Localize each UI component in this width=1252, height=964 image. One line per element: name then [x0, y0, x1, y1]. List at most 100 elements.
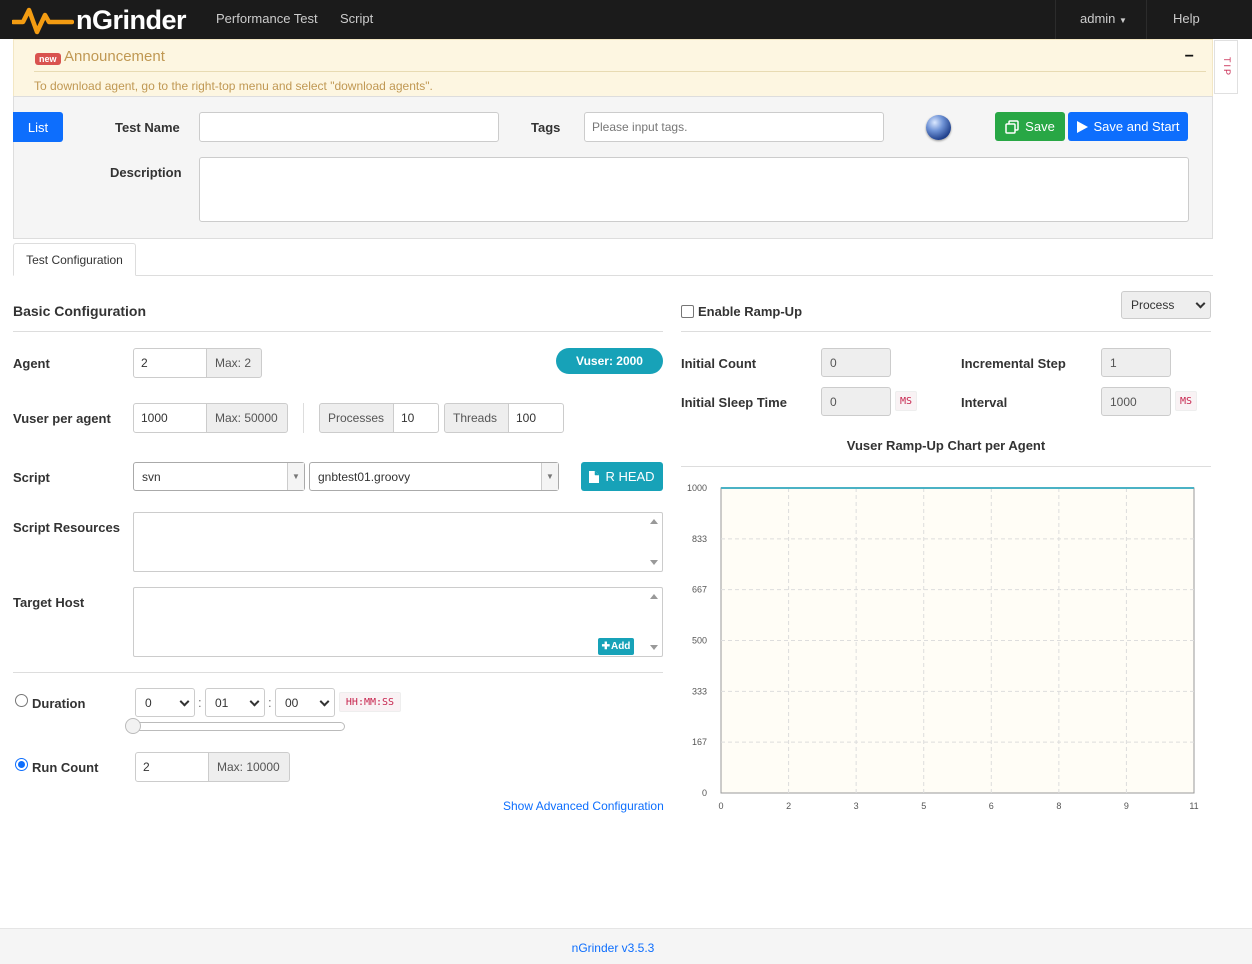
agent-label: Agent — [13, 356, 50, 371]
y-tick-label: 167 — [692, 737, 707, 747]
file-icon — [589, 470, 600, 483]
r-head-button[interactable]: R HEAD — [581, 462, 663, 491]
x-tick-label: 5 — [921, 801, 926, 811]
duration-hours-select[interactable]: 0 — [135, 688, 195, 717]
interval-label: Interval — [961, 395, 1008, 410]
r-head-label: R HEAD — [605, 469, 655, 484]
vuser-total-badge: Vuser: 2000 — [556, 348, 663, 374]
save-label: Save — [1025, 119, 1055, 134]
new-badge: new — [35, 53, 61, 65]
list-button[interactable]: List — [13, 112, 63, 142]
y-tick-label: 333 — [692, 686, 707, 696]
x-tick-label: 0 — [718, 801, 723, 811]
initial-count-label: Initial Count — [681, 356, 757, 371]
y-tick-label: 0 — [702, 788, 707, 798]
duration-label: Duration — [32, 696, 86, 711]
enable-rampup-label: Enable Ramp-Up — [698, 304, 803, 319]
x-tick-label: 9 — [1124, 801, 1129, 811]
add-label: Add — [610, 641, 631, 652]
test-name-label: Test Name — [115, 120, 180, 135]
save-button[interactable]: Save — [995, 112, 1065, 141]
threads-input[interactable]: 100 — [508, 403, 564, 433]
script-file-select[interactable]: gnbtest01.groovy ▼ — [309, 462, 559, 491]
collapse-toggle[interactable]: − — [1185, 48, 1194, 66]
script-resources-label: Script Resources — [13, 520, 120, 535]
script-repo-select[interactable]: svn ▼ — [133, 462, 305, 491]
nav-script[interactable]: Script — [340, 11, 373, 26]
ms-unit-hint: MS — [1175, 391, 1197, 411]
top-navbar: nGrinder Performance Test Script admin ▼… — [0, 0, 1252, 39]
initial-sleep-time-input[interactable]: 0 — [821, 387, 891, 416]
processes-addon: Processes — [319, 403, 394, 433]
scrollbar[interactable] — [646, 513, 662, 571]
test-name-input[interactable] — [199, 112, 499, 142]
description-textarea[interactable] — [199, 157, 1189, 222]
version-link[interactable]: nGrinder v3.5.3 — [0, 941, 1226, 955]
tags-input[interactable]: Please input tags. — [584, 112, 884, 142]
target-host-box[interactable] — [133, 587, 663, 657]
announcement-text: To download agent, go to the right-top m… — [34, 79, 433, 93]
footer: nGrinder v3.5.3 — [0, 928, 1252, 964]
announcement-title: Announcement — [64, 48, 165, 65]
show-advanced-configuration-link[interactable]: Show Advanced Configuration — [503, 799, 664, 813]
seconds-value: 00 — [285, 695, 299, 710]
interval-input[interactable]: 1000 — [1101, 387, 1171, 416]
section-divider — [13, 672, 663, 673]
save-and-start-label: Save and Start — [1093, 119, 1180, 134]
enable-rampup-checkbox[interactable] — [681, 305, 694, 318]
nav-divider — [1055, 0, 1056, 39]
rampup-type-value: Process — [1131, 298, 1175, 312]
agent-max-addon: Max: 2 — [206, 348, 262, 378]
processes-input[interactable]: 10 — [393, 403, 439, 433]
nav-performance-test[interactable]: Performance Test — [216, 11, 318, 26]
run-count-radio[interactable] — [15, 758, 28, 771]
tab-test-configuration[interactable]: Test Configuration — [13, 243, 136, 276]
hours-value: 0 — [145, 695, 152, 710]
brand-name: nGrinder — [76, 4, 187, 35]
time-separator: : — [198, 695, 202, 710]
script-file-value: gnbtest01.groovy — [318, 469, 411, 484]
x-tick-label: 6 — [989, 801, 994, 811]
run-count-label: Run Count — [32, 760, 99, 775]
duration-slider-track[interactable] — [133, 722, 345, 731]
dropdown-arrow-icon: ▼ — [541, 463, 558, 490]
nav-help[interactable]: Help — [1173, 11, 1200, 26]
save-and-start-button[interactable]: Save and Start — [1068, 112, 1188, 141]
duration-radio[interactable] — [15, 694, 28, 707]
description-label: Description — [110, 165, 182, 180]
rampup-chart: 0 2 3 5 6 8 9 11 0 167 333 500 667 833 1000 — [687, 483, 1199, 811]
y-tick-label: 500 — [692, 636, 707, 646]
plus-icon: ✚ — [601, 641, 610, 652]
scrollbar[interactable] — [646, 588, 662, 656]
duration-slider-handle[interactable] — [125, 718, 141, 734]
run-count-max-addon: Max: 10000 — [208, 752, 290, 782]
announcement-divider — [34, 71, 1206, 72]
chevron-down-icon — [319, 696, 330, 707]
initial-count-input[interactable]: 0 — [821, 348, 891, 377]
announcement-panel: new Announcement To download agent, go t… — [13, 39, 1213, 97]
ngrinder-logo[interactable]: nGrinder — [12, 3, 187, 37]
agent-count-input[interactable]: 2 — [133, 348, 207, 378]
duration-minutes-select[interactable]: 01 — [205, 688, 265, 717]
ms-unit-hint: MS — [895, 391, 917, 411]
globe-icon[interactable] — [926, 115, 951, 140]
tags-label: Tags — [531, 120, 561, 135]
user-name: admin — [1080, 11, 1116, 26]
script-label: Script — [13, 470, 50, 485]
chevron-down-icon — [249, 696, 260, 707]
caret-down-icon: ▼ — [1119, 16, 1127, 25]
vuser-per-agent-input[interactable]: 1000 — [133, 403, 207, 433]
dropdown-arrow-icon: ▼ — [287, 463, 304, 490]
duration-seconds-select[interactable]: 00 — [275, 688, 335, 717]
run-count-input[interactable]: 2 — [135, 752, 209, 782]
rampup-type-select[interactable]: Process — [1121, 291, 1211, 319]
copy-icon — [1005, 119, 1019, 134]
user-menu[interactable]: admin ▼ — [1080, 11, 1127, 26]
y-tick-label: 1000 — [687, 483, 707, 493]
incremental-step-input[interactable]: 1 — [1101, 348, 1171, 377]
script-resources-box[interactable] — [133, 512, 663, 572]
time-separator: : — [268, 695, 272, 710]
add-host-button[interactable]: ✚ Add — [598, 638, 634, 655]
tip-tab[interactable]: TIP — [1214, 40, 1238, 94]
chart-title: Vuser Ramp-Up Chart per Agent — [846, 438, 1046, 453]
